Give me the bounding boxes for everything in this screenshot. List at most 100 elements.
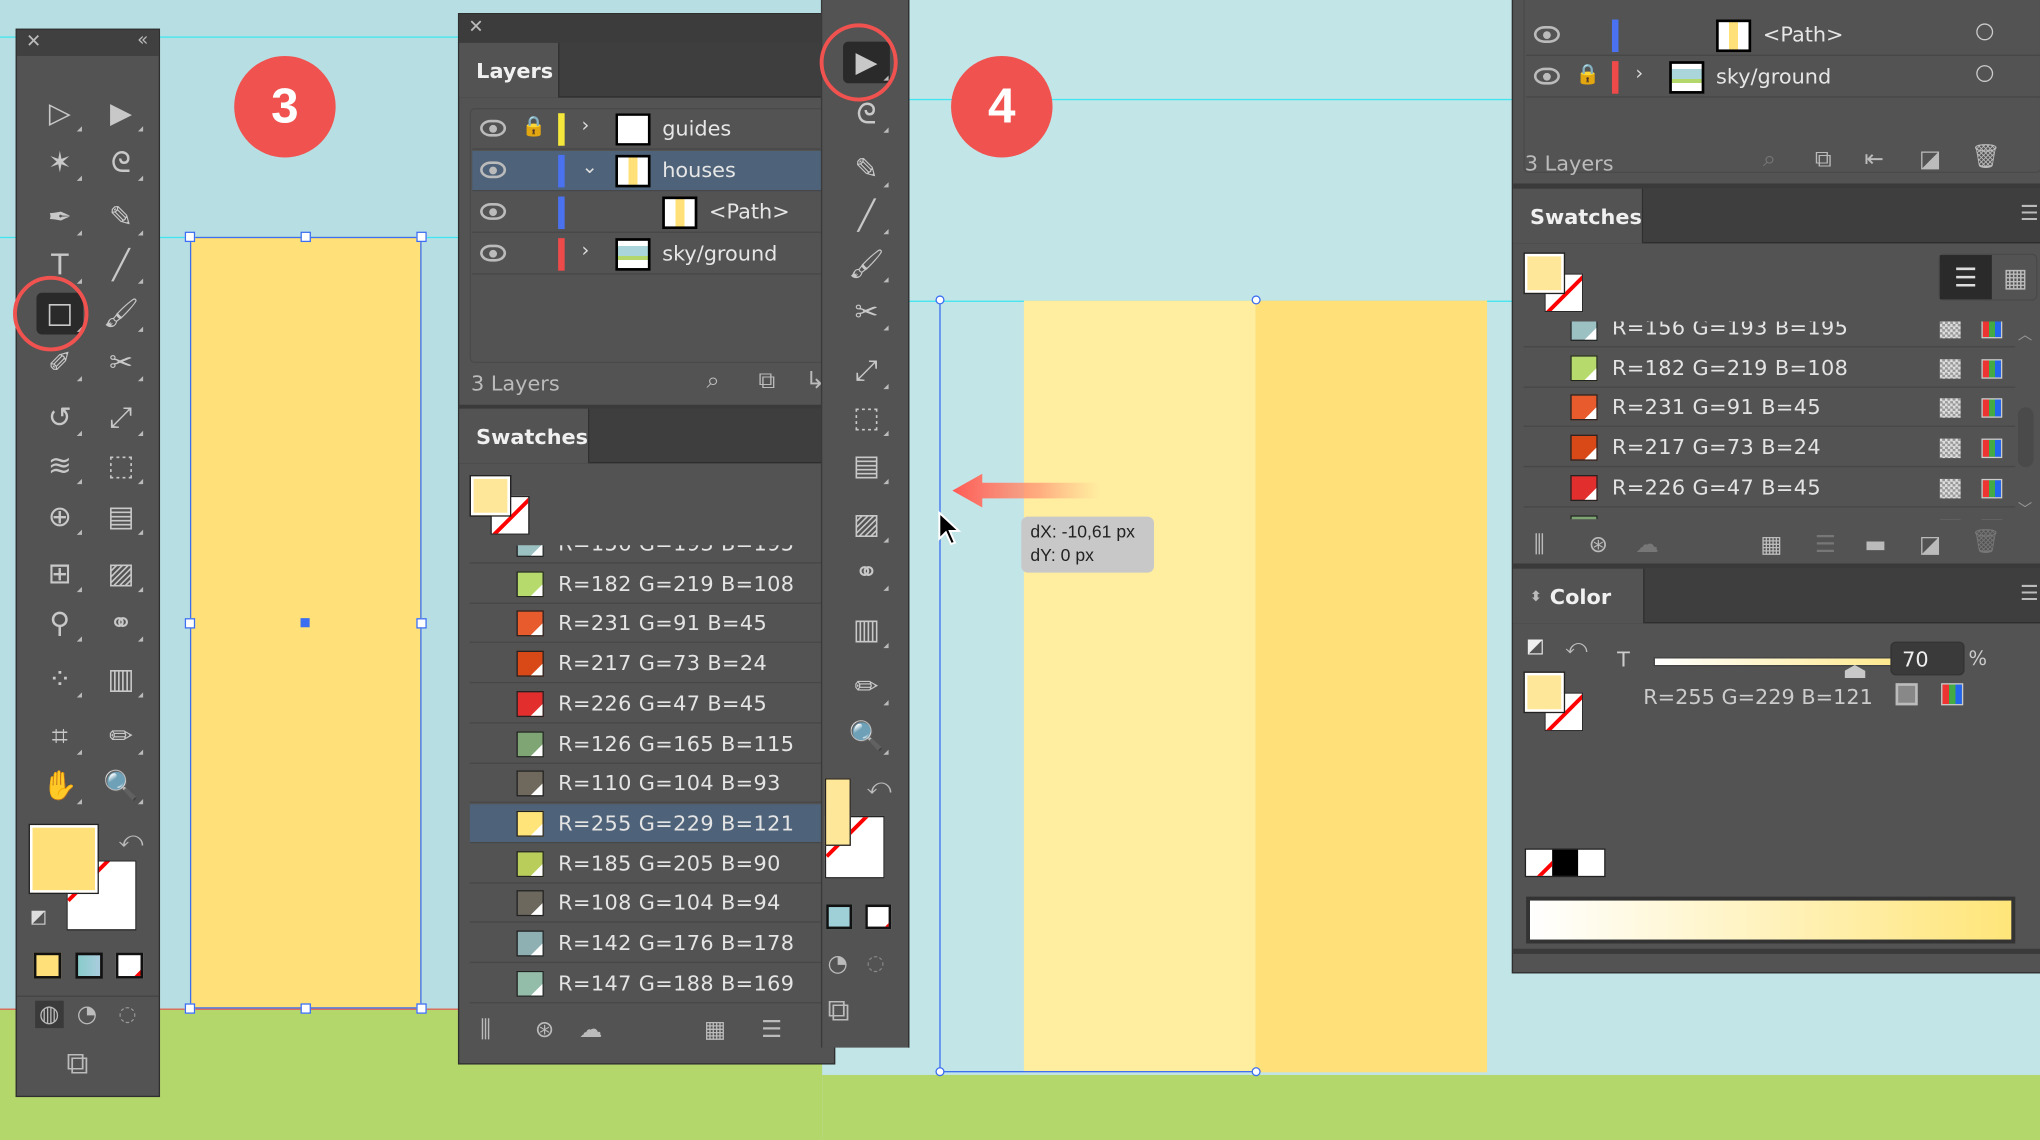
swatch-row[interactable]: R=217 G=73 B=24 bbox=[469, 644, 847, 684]
swatch-row[interactable]: R=147 G=188 B=169 bbox=[469, 964, 847, 1003]
resize-handle[interactable] bbox=[416, 618, 427, 629]
visibility-eye-icon[interactable] bbox=[480, 161, 507, 179]
swatches-list[interactable]: R=156 G=193 B=195 R=182 G=219 B=108 R=231 … bbox=[1523, 321, 2024, 520]
fill-color-swatch[interactable] bbox=[824, 778, 851, 846]
blend-tool[interactable]: ⚭ bbox=[98, 603, 145, 645]
resize-handle[interactable] bbox=[184, 231, 196, 243]
panel-menu-icon[interactable]: ☰ bbox=[2020, 200, 2039, 225]
swatch-row[interactable]: R=226 G=47 B=45 bbox=[469, 684, 847, 724]
curvature-tool[interactable]: ✎ bbox=[843, 148, 890, 190]
perspective-grid-tool[interactable]: ▤ bbox=[843, 445, 890, 487]
cloud-library-icon[interactable]: ☁ bbox=[579, 1016, 602, 1043]
line-segment-tool[interactable]: ╱ bbox=[843, 195, 890, 237]
lock-icon[interactable]: 🔒 bbox=[522, 115, 546, 138]
swatches-scrollbar[interactable]: ︿ ﹀ bbox=[2017, 324, 2035, 519]
swatch-row[interactable]: R=126 G=165 B=115 bbox=[1523, 508, 2015, 520]
tint-slider-thumb[interactable] bbox=[1844, 665, 1866, 679]
symbol-sprayer-tool[interactable]: ⁘ bbox=[36, 658, 83, 700]
swatch-row[interactable]: R=217 G=73 B=24 bbox=[1523, 428, 2016, 468]
fill-swatch-front[interactable] bbox=[469, 475, 512, 517]
swatch-options-icon[interactable]: ⊛ bbox=[1589, 531, 1609, 558]
new-color-group-icon[interactable]: ▬ bbox=[1864, 531, 1886, 558]
grayscale-mode-button[interactable] bbox=[1895, 683, 1918, 706]
swatch-row[interactable]: R=156 G=193 B=195 bbox=[469, 545, 847, 564]
resize-handle[interactable] bbox=[416, 231, 427, 243]
list-view-button[interactable]: ☰ bbox=[1939, 255, 1992, 300]
tools-panel-header[interactable]: ✕ « bbox=[16, 29, 159, 56]
close-icon[interactable]: ✕ bbox=[468, 17, 483, 38]
layer-row[interactable]: <Path> bbox=[1526, 16, 2040, 56]
scale-tool[interactable]: ⤢ bbox=[843, 350, 890, 392]
hand-tool[interactable]: ✋ bbox=[36, 765, 83, 807]
expand-options-icon[interactable]: ⬍ bbox=[1530, 588, 1542, 605]
chevron-right-icon[interactable]: › bbox=[582, 113, 590, 136]
swatch-options-list-icon[interactable]: ☰ bbox=[761, 1016, 782, 1043]
color-spectrum[interactable] bbox=[1526, 896, 2016, 944]
fill-swatch[interactable] bbox=[1523, 252, 1566, 295]
paintbrush-tool[interactable]: 🖌 bbox=[843, 243, 890, 285]
resize-handle[interactable] bbox=[300, 231, 311, 243]
color-mode-button[interactable] bbox=[33, 952, 62, 979]
none-mode-button[interactable] bbox=[115, 952, 144, 979]
resize-handle[interactable] bbox=[184, 1003, 196, 1014]
swatch-row[interactable]: R=108 G=104 B=94 bbox=[469, 884, 847, 924]
chevron-down-icon[interactable]: ⌄ bbox=[582, 155, 598, 178]
free-transform-tool[interactable]: ⬚ bbox=[98, 445, 145, 487]
layer-row[interactable]: <Path> bbox=[472, 193, 834, 233]
pen-tool[interactable]: ✒ bbox=[36, 197, 83, 239]
panel-header[interactable]: ✕ bbox=[459, 14, 834, 43]
create-sublayer-icon[interactable]: ⇤ bbox=[1864, 146, 1884, 173]
target-circle-icon[interactable] bbox=[1976, 23, 1994, 41]
slice-tool[interactable]: ✏ bbox=[98, 716, 145, 758]
tab-swatches[interactable]: Swatches bbox=[459, 408, 590, 464]
tab-color[interactable]: ⬍ Color bbox=[1513, 568, 1645, 624]
column-graph-tool[interactable]: ▥ bbox=[98, 658, 145, 700]
rgb-mode-button[interactable] bbox=[1941, 683, 1964, 706]
white-swatch[interactable] bbox=[1578, 849, 1605, 876]
swatch-row[interactable]: R=255 G=229 B=121 bbox=[469, 804, 847, 844]
swatch-row[interactable]: R=142 G=176 B=178 bbox=[469, 924, 847, 964]
close-icon[interactable]: ✕ bbox=[26, 31, 41, 52]
swatch-row[interactable]: R=226 G=47 B=45 bbox=[1523, 468, 2016, 508]
column-graph-tool[interactable]: ▥ bbox=[843, 609, 890, 651]
visibility-eye-icon[interactable] bbox=[1533, 67, 1560, 85]
black-swatch[interactable] bbox=[1552, 849, 1579, 876]
scissors-tool[interactable]: ✂ bbox=[98, 342, 145, 384]
target-circle-icon[interactable] bbox=[1976, 65, 1994, 82]
delete-layer-icon[interactable]: 🗑 bbox=[1971, 143, 2001, 170]
visibility-eye-icon[interactable] bbox=[480, 244, 507, 262]
draw-normal-icon[interactable]: ◍ bbox=[35, 1000, 64, 1029]
visibility-eye-icon[interactable] bbox=[480, 119, 507, 137]
collapse-icon[interactable]: « bbox=[137, 30, 148, 51]
zoom-tool[interactable]: 🔍 bbox=[843, 716, 890, 758]
draw-behind-icon[interactable]: ◔ bbox=[77, 1001, 97, 1028]
swatch-row[interactable]: R=126 G=165 B=115 bbox=[469, 724, 847, 764]
layer-row[interactable]: ⌄ houses bbox=[472, 150, 834, 192]
swap-fill-stroke-icon[interactable]: ⤺ bbox=[866, 773, 891, 800]
make-clipping-mask-icon[interactable]: ⧉ bbox=[758, 367, 775, 394]
tab-swatches[interactable]: Swatches bbox=[1513, 188, 1644, 244]
swatch-row[interactable]: R=185 G=205 B=90 bbox=[469, 844, 847, 884]
none-mode-button[interactable] bbox=[865, 904, 892, 930]
tint-value-input[interactable] bbox=[1890, 641, 1965, 676]
screen-mode-icon[interactable]: ⧉ bbox=[827, 992, 849, 1028]
new-layer-icon[interactable]: ◪ bbox=[1919, 146, 1941, 173]
swatch-libraries-icon[interactable]: ⫼ bbox=[480, 1016, 491, 1043]
layer-row[interactable]: 🔒 › guides bbox=[472, 109, 834, 150]
swatch-row[interactable]: R=231 G=91 B=45 bbox=[1523, 388, 2016, 428]
eyedropper-tool[interactable]: ⚲ bbox=[36, 603, 83, 645]
lasso-tool[interactable]: ᘓ bbox=[98, 142, 145, 184]
draw-inside-icon[interactable]: ◌ bbox=[866, 950, 884, 975]
layer-row[interactable]: 🔒 › sky/ground bbox=[1526, 57, 2040, 98]
gradient-mode-button[interactable] bbox=[75, 952, 103, 979]
artboard-tool[interactable]: ⌗ bbox=[36, 716, 83, 758]
show-swatch-kinds-icon[interactable]: ▦ bbox=[704, 1016, 726, 1043]
curvature-tool[interactable]: ✎ bbox=[98, 197, 145, 239]
swatches-list[interactable]: R=156 G=193 B=195 R=182 G=219 B=108 R=231 … bbox=[469, 545, 847, 1013]
blend-tool[interactable]: ⚭ bbox=[843, 552, 890, 594]
mesh-tool[interactable]: ⊞ bbox=[36, 553, 83, 595]
slice-tool[interactable]: ✏ bbox=[843, 666, 890, 708]
chevron-right-icon[interactable]: › bbox=[582, 238, 590, 261]
draw-behind-icon[interactable]: ◔ bbox=[827, 950, 847, 977]
layer-row[interactable]: › sky/ground bbox=[472, 234, 834, 275]
